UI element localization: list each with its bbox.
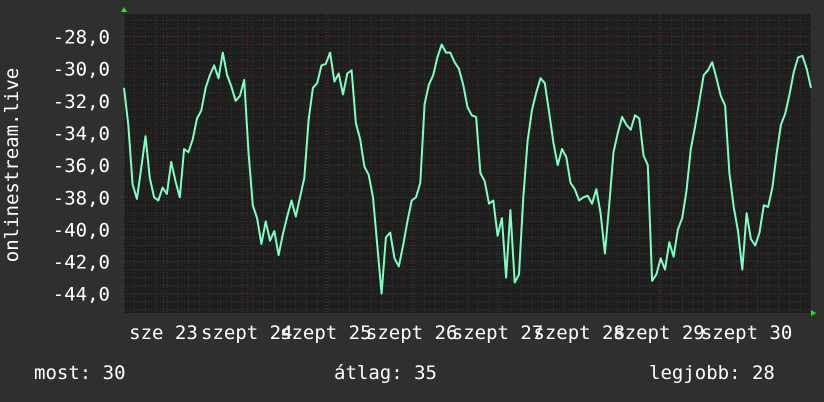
x-tick-label: szept 25 xyxy=(280,322,372,344)
y-tick-label: -42,0 xyxy=(53,252,110,274)
x-tick-label: szept 27 xyxy=(452,322,544,344)
x-axis-arrow-icon xyxy=(811,310,816,316)
average-value: átlag: 35 xyxy=(334,362,437,384)
best-value: legjobb: 28 xyxy=(649,362,775,384)
y-tick-label: -30,0 xyxy=(53,59,110,81)
y-tick-label: -28,0 xyxy=(53,27,110,49)
y-tick-label: -44,0 xyxy=(53,284,110,306)
y-tick-label: -36,0 xyxy=(53,155,110,177)
x-tick-label: sze 23 xyxy=(129,322,198,344)
x-tick-label: szept 29 xyxy=(613,322,705,344)
y-tick-label: -40,0 xyxy=(53,219,110,241)
x-tick-label: szept 28 xyxy=(533,322,625,344)
x-tick-label: szept 24 xyxy=(201,322,293,344)
x-tick-label: szept 26 xyxy=(366,322,458,344)
y-tick-label: -34,0 xyxy=(53,123,110,145)
y-axis-arrow-icon xyxy=(121,7,127,12)
y-tick-label: -38,0 xyxy=(53,187,110,209)
current-value: most: 30 xyxy=(34,362,126,384)
y-axis-label: onlinestream.live xyxy=(1,68,23,262)
x-tick-label: szept 30 xyxy=(701,322,793,344)
chart: -28,0 -30,0 -32,0 -34,0 -36,0 -38,0 -40,0 -42,0… xyxy=(1,7,816,344)
plot-area xyxy=(124,14,811,313)
y-tick-label: -32,0 xyxy=(53,91,110,113)
